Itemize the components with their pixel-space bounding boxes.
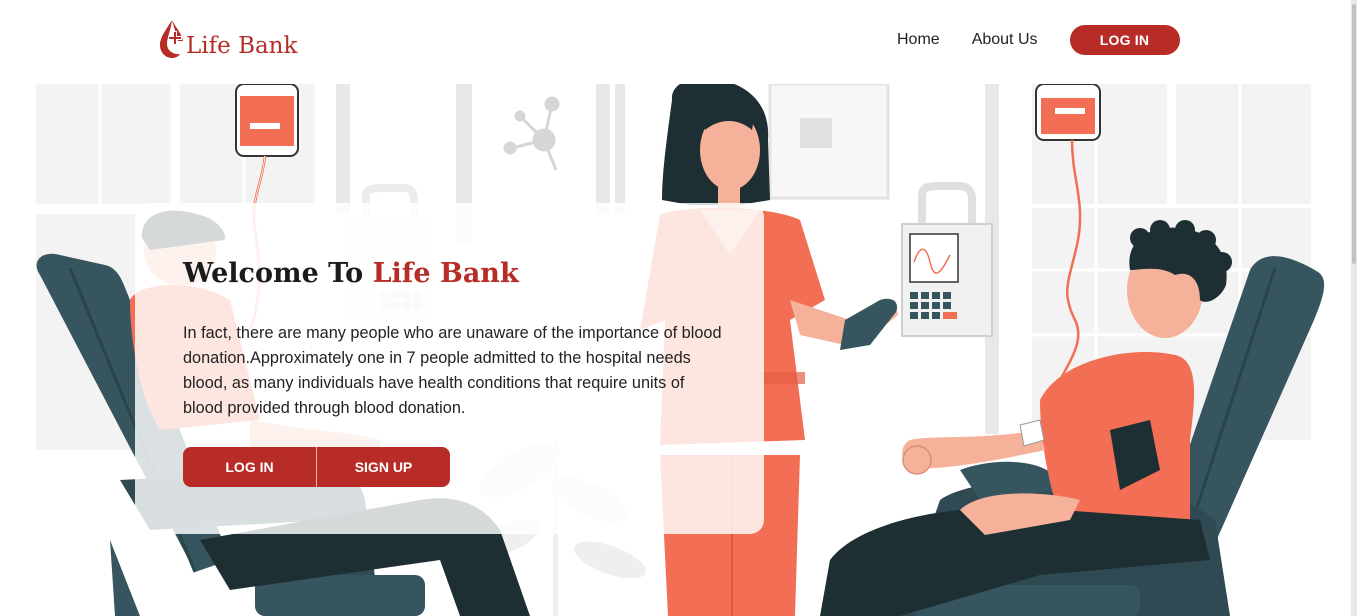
- site-header: Life Bank Home About Us LOG IN: [0, 0, 1357, 84]
- main-nav: Home About Us LOG IN: [897, 25, 1180, 55]
- login-button[interactable]: LOG IN: [183, 447, 317, 487]
- welcome-title-brand: Life Bank: [372, 258, 519, 289]
- welcome-title-prefix: Welcome To: [183, 258, 373, 289]
- welcome-description: In fact, there are many people who are u…: [183, 324, 722, 417]
- header-login-button[interactable]: LOG IN: [1069, 25, 1180, 55]
- welcome-card: Welcome To Life Bank In fact, there are …: [135, 203, 764, 534]
- welcome-title: Welcome To Life Bank: [183, 258, 519, 289]
- page-scrollbar[interactable]: [1351, 0, 1357, 616]
- auth-button-group: LOG IN SIGN UP: [183, 447, 450, 487]
- signup-button[interactable]: SIGN UP: [317, 447, 450, 487]
- blood-drop-cross-icon: [160, 20, 183, 58]
- nav-about-link[interactable]: About Us: [972, 31, 1038, 49]
- logo[interactable]: Life Bank: [158, 18, 297, 60]
- scrollbar-thumb[interactable]: [1352, 4, 1356, 264]
- nav-home-link[interactable]: Home: [897, 31, 940, 49]
- logo-text: Life Bank: [186, 33, 298, 59]
